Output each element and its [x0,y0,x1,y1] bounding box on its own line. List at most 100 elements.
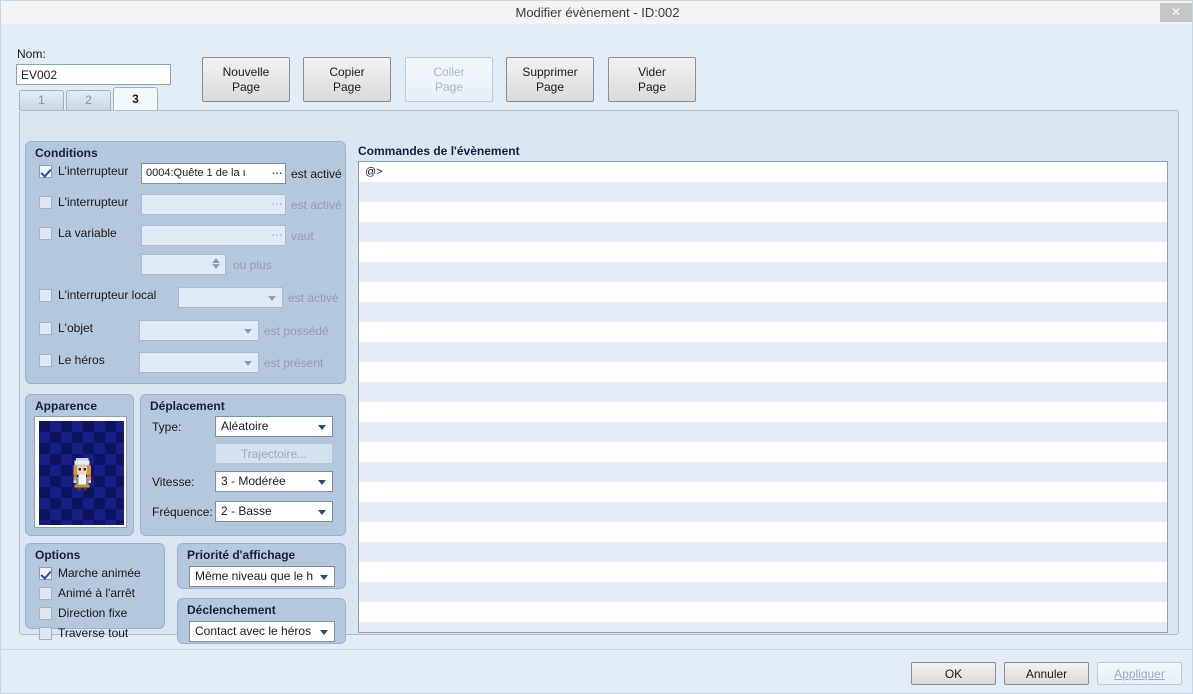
condition-variable-checkbox[interactable] [39,226,52,240]
command-row[interactable] [359,442,1167,462]
delete-page-line1: Supprimer [522,64,578,79]
option-walk-animation-row[interactable]: Marche animée [39,566,141,580]
cancel-button[interactable]: Annuler [1004,662,1089,685]
option-through-checkbox[interactable] [39,626,52,640]
condition-variable-field: ⋯ [141,225,286,246]
trigger-select[interactable]: Contact avec le héros [189,621,335,642]
tab-page-1[interactable]: 1 [19,90,64,110]
command-row[interactable] [359,262,1167,282]
copy-page-line1: Copier [329,64,365,79]
movement-speed-select[interactable]: 3 - Modérée [215,471,333,492]
new-page-line1: Nouvelle [222,64,270,79]
trigger-value: Contact avec le héros [195,624,312,638]
condition-switch1-suffix: est activé [291,167,342,181]
declenchement-title: Déclenchement [187,603,276,617]
command-row[interactable] [359,282,1167,302]
condition-localswitch-checkbox[interactable] [39,288,52,302]
priority-select[interactable]: Même niveau que le h [189,566,335,587]
option-stop-animation-row[interactable]: Animé à l'arrêt [39,586,135,600]
command-row[interactable] [359,542,1167,562]
event-name-input[interactable] [16,64,171,85]
sprite-preview[interactable] [35,417,126,527]
trajectory-button: Trajectoire... [215,443,333,464]
condition-localswitch-label: L'interrupteur local [58,288,157,302]
condition-item-checkbox[interactable] [39,321,52,335]
command-row[interactable] [359,382,1167,402]
option-stop-animation-label: Animé à l'arrêt [58,586,135,600]
command-row[interactable] [359,182,1167,202]
command-row[interactable] [359,482,1167,502]
condition-hero-checkbox[interactable] [39,353,52,367]
apparence-group: Apparence [25,394,134,536]
movement-frequency-select[interactable]: 2 - Basse [215,501,333,522]
page-panel: Conditions L'interrupteur 0004:Quête 1 d… [19,110,1179,644]
condition-variable-ormore-suffix: ou plus [233,258,272,272]
option-fixed-direction-label: Direction fixe [58,606,128,620]
condition-switch2-field: ⋯ [141,194,286,215]
option-through-label: Traverse tout [58,626,129,640]
event-editor-window: Modifier évènement - ID:002 ✕ Nom: Nouve… [0,0,1193,694]
condition-variable-suffix: vaut [291,229,314,243]
option-fixed-direction-checkbox[interactable] [39,606,52,620]
condition-localswitch-select [178,287,283,308]
condition-switch1-field[interactable]: 0004:Quête 1 de la ı ⋯ [141,163,286,184]
condition-switch2-row[interactable]: L'interrupteur [39,195,128,209]
condition-switch1-row[interactable]: L'interrupteur [39,164,128,178]
command-row[interactable] [359,522,1167,542]
condition-variable-row[interactable]: La variable [39,226,117,240]
command-row[interactable] [359,222,1167,242]
command-row[interactable] [359,302,1167,322]
option-stop-animation-checkbox[interactable] [39,586,52,600]
condition-switch2-checkbox[interactable] [39,195,52,209]
condition-item-row[interactable]: L'objet [39,321,93,335]
deplacement-title: Déplacement [150,399,225,413]
option-through-row[interactable]: Traverse tout [39,626,128,640]
option-fixed-direction-row[interactable]: Direction fixe [39,606,127,620]
option-walk-animation-checkbox[interactable] [39,566,52,580]
condition-hero-row[interactable]: Le héros [39,353,105,367]
command-row[interactable] [359,502,1167,522]
movement-type-select[interactable]: Aléatoire [215,416,333,437]
command-row[interactable] [359,582,1167,602]
ok-button[interactable]: OK [911,662,996,685]
command-row[interactable] [359,422,1167,442]
commands-list[interactable]: @> [358,161,1168,633]
page-tabs: 1 2 3 [19,87,1179,110]
deplacement-group: Déplacement Type: Aléatoire Trajectoire.… [140,394,346,536]
condition-localswitch-suffix: est activé [288,291,339,305]
condition-localswitch-row[interactable]: L'interrupteur local [39,288,156,302]
dialog-footer: OK Annuler Appliquer [1,649,1192,693]
command-row[interactable] [359,362,1167,382]
command-row[interactable]: @> [359,162,1167,182]
condition-item-label: L'objet [58,321,93,335]
command-row[interactable] [359,402,1167,422]
movement-speed-label: Vitesse: [152,475,195,489]
tab-page-3[interactable]: 3 [113,87,158,110]
movement-type-value: Aléatoire [221,419,269,433]
option-walk-animation-label: Marche animée [58,566,141,580]
commands-title: Commandes de l'évènement [358,144,520,158]
condition-variable-browse-icon: ⋯ [271,229,283,241]
conditions-group: Conditions L'interrupteur 0004:Quête 1 d… [25,141,346,384]
condition-variable-label: La variable [58,226,117,240]
apply-button: Appliquer [1097,662,1182,685]
command-row[interactable] [359,242,1167,262]
condition-switch1-checkbox[interactable] [39,164,52,178]
close-icon[interactable]: ✕ [1160,3,1192,22]
apparence-title: Apparence [35,399,98,413]
priority-value: Même niveau que le h [195,569,314,583]
command-row[interactable] [359,622,1167,632]
condition-item-select [139,320,259,341]
command-row[interactable] [359,562,1167,582]
priorite-group: Priorité d'affichage Même niveau que le … [177,543,346,589]
command-row[interactable] [359,202,1167,222]
command-row[interactable] [359,322,1167,342]
options-group: Options Marche animée Animé à l'arrêt Di… [25,543,165,640]
tab-page-2[interactable]: 2 [66,90,111,110]
command-row[interactable] [359,342,1167,362]
window-title: Modifier évènement - ID:002 [515,5,680,20]
clear-page-line1: Vider [638,64,666,79]
command-row[interactable] [359,462,1167,482]
condition-switch1-browse-icon[interactable]: ⋯ [272,164,284,183]
command-row[interactable] [359,602,1167,622]
